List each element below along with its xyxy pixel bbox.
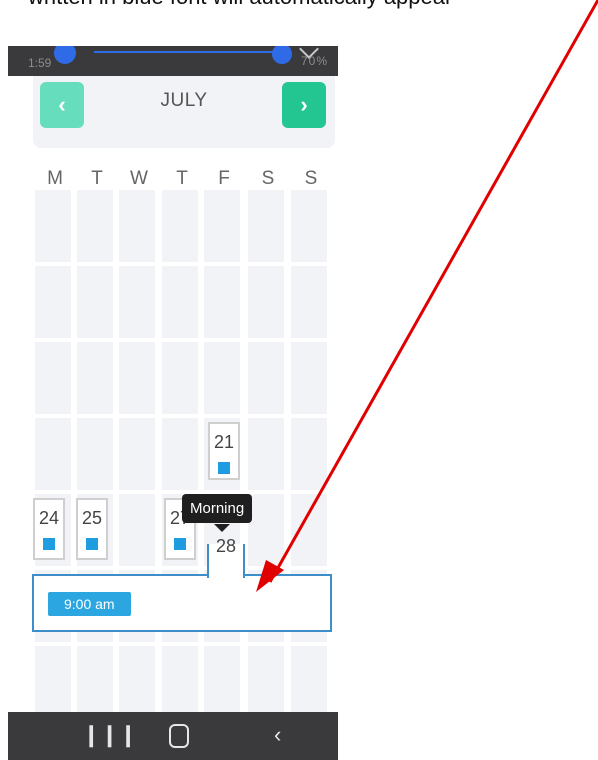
- annotation-arrow: [256, 0, 598, 592]
- annotation-arrow-line: [268, 0, 598, 583]
